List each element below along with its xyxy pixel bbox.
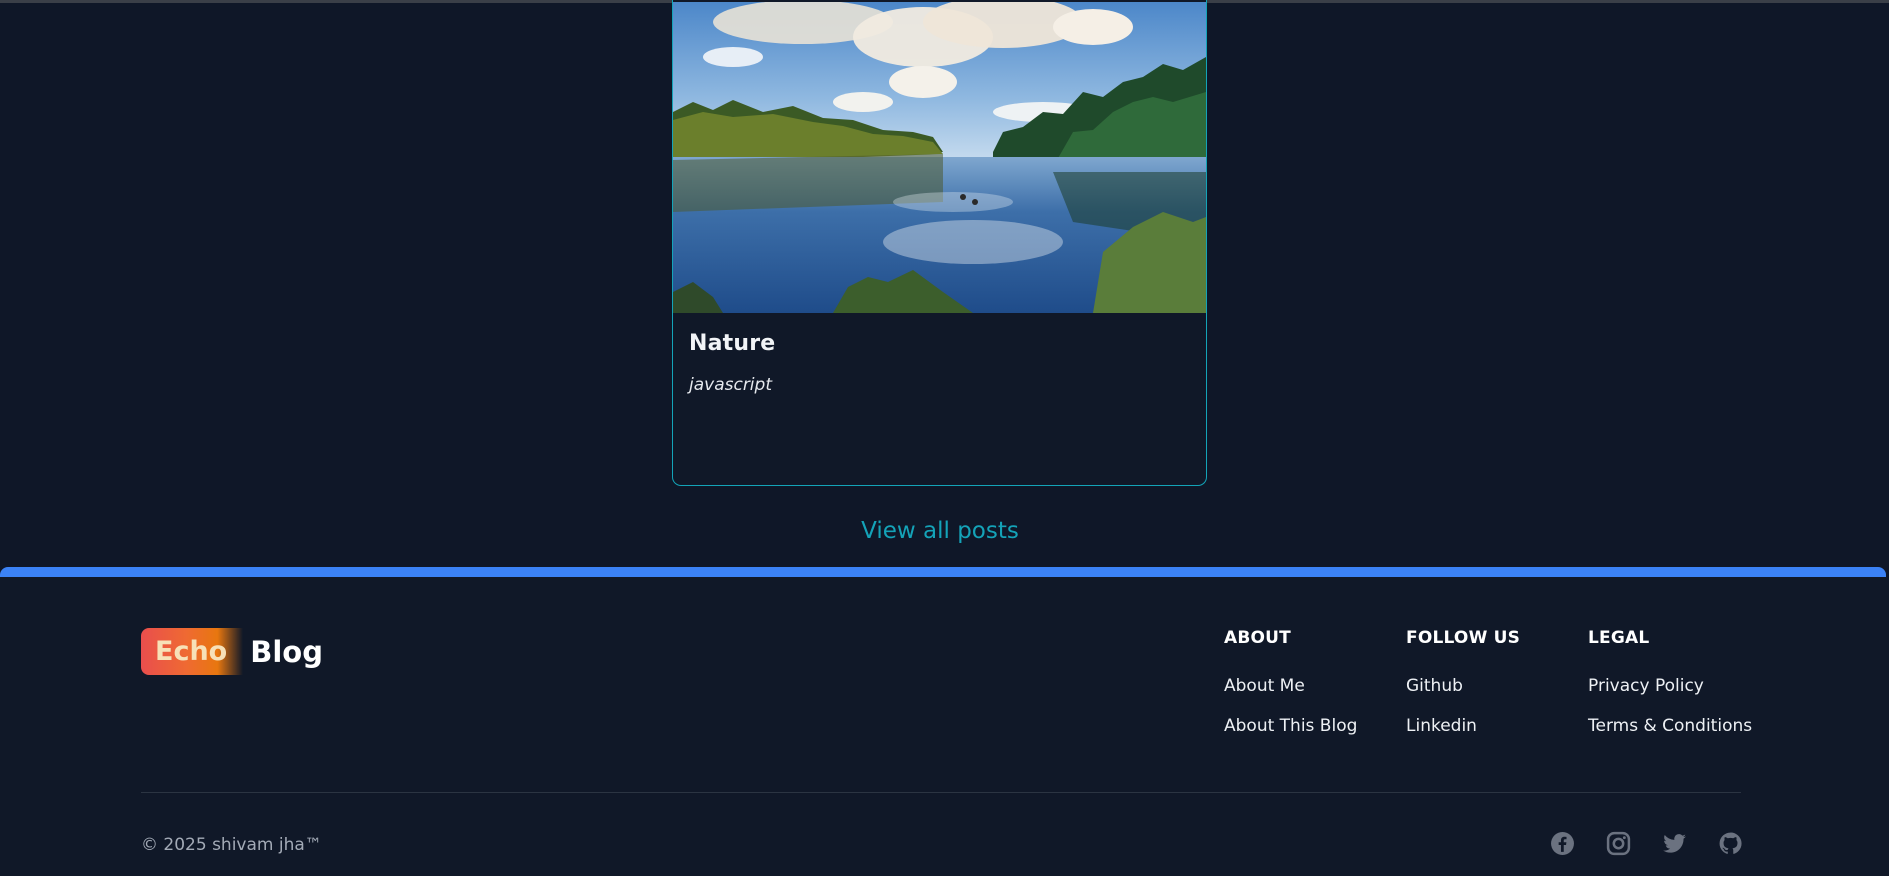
footer-heading-about: ABOUT: [1224, 628, 1291, 648]
post-image: [673, 2, 1206, 313]
github-icon[interactable]: [1718, 831, 1743, 856]
social-links: [1550, 831, 1743, 856]
footer-column-legal: LEGAL Privacy Policy Terms & Conditions: [1588, 628, 1752, 756]
footer-link-about-me[interactable]: About Me: [1224, 676, 1305, 696]
footer-accent-bar: [0, 567, 1886, 577]
post-tag: javascript: [689, 375, 772, 395]
footer-column-about: ABOUT About Me About This Blog: [1224, 628, 1357, 756]
footer-link-github[interactable]: Github: [1406, 676, 1463, 696]
twitter-icon[interactable]: [1662, 831, 1687, 856]
logo-text: Blog: [250, 634, 323, 669]
post-card[interactable]: Nature javascript: [672, 0, 1207, 486]
footer-link-privacy-policy[interactable]: Privacy Policy: [1588, 676, 1704, 696]
footer-link-terms-conditions[interactable]: Terms & Conditions: [1588, 716, 1752, 736]
footer-heading-legal: LEGAL: [1588, 628, 1650, 648]
post-title[interactable]: Nature: [689, 331, 775, 356]
view-all-posts-link[interactable]: View all posts: [0, 518, 1880, 544]
footer-divider: [141, 792, 1741, 793]
footer-link-linkedin[interactable]: Linkedin: [1406, 716, 1477, 736]
logo-badge: Echo: [141, 628, 244, 675]
footer-column-follow-us: FOLLOW US Github Linkedin: [1406, 628, 1520, 756]
facebook-icon[interactable]: [1550, 831, 1575, 856]
copyright-text: © 2025 shivam jha™: [141, 835, 322, 855]
instagram-icon[interactable]: [1606, 831, 1631, 856]
footer-heading-follow-us: FOLLOW US: [1406, 628, 1521, 648]
footer-logo[interactable]: Echo Blog: [141, 628, 323, 675]
footer-link-about-this-blog[interactable]: About This Blog: [1224, 716, 1357, 736]
